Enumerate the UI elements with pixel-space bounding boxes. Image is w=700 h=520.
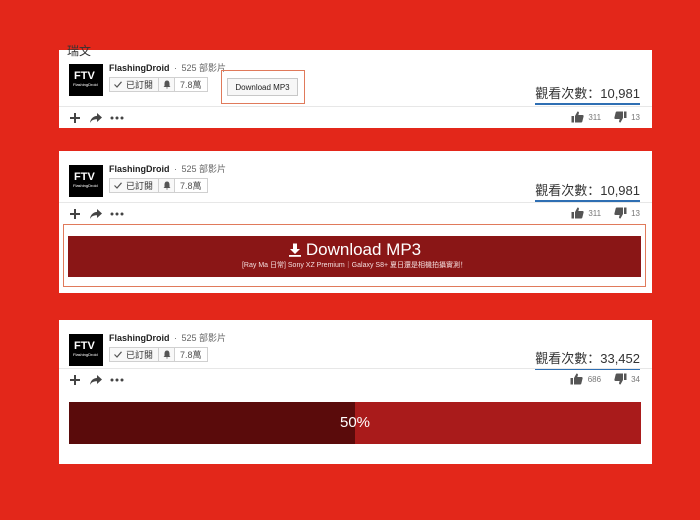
action-buttons [68, 373, 124, 387]
rating-buttons: 686 34 [570, 372, 640, 386]
share-arrow-icon[interactable] [89, 111, 103, 125]
channel-info: FlashingDroid · 525 部影片 [109, 61, 226, 74]
bell-icon [163, 80, 171, 89]
subscriber-count: 7.8萬 [175, 77, 208, 92]
video-info-panel-progress: FTV FlashingDroid FlashingDroid · 525 部影… [59, 320, 652, 464]
subscribed-button[interactable]: 已訂閱 [109, 347, 160, 362]
notification-bell-button[interactable] [159, 77, 176, 92]
channel-name[interactable]: FlashingDroid [109, 164, 170, 174]
checkmark-icon [114, 182, 122, 189]
action-buttons [68, 207, 124, 221]
divider [59, 368, 652, 369]
checkmark-icon [114, 81, 122, 88]
plus-icon[interactable] [68, 207, 82, 221]
share-arrow-icon[interactable] [89, 207, 103, 221]
plus-icon[interactable] [68, 111, 82, 125]
download-button-highlight: Download MP3 [221, 70, 305, 104]
channel-logo-sub: FlashingDroid [73, 183, 98, 188]
video-count: 525 部影片 [181, 164, 227, 174]
channel-separator: · [174, 164, 178, 174]
download-mp3-big-button[interactable]: Download MP3 [Ray Ma 日常] Sony XZ Premium… [68, 236, 641, 277]
subscribed-label: 已訂閱 [126, 350, 154, 360]
rating-buttons: 311 13 [570, 206, 640, 220]
subscribe-group: 已訂閱 7.8萬 [109, 347, 208, 362]
subscribed-button[interactable]: 已訂閱 [109, 178, 160, 193]
view-count: 觀看次數：10,981 [535, 180, 640, 202]
notification-bell-button[interactable] [159, 347, 176, 362]
share-arrow-icon[interactable] [89, 373, 103, 387]
video-info-panel-download: FTV FlashingDroid FlashingDroid · 525 部影… [59, 151, 652, 293]
channel-logo-text: FTV [74, 171, 95, 183]
bell-icon [163, 350, 171, 359]
subscribe-group: 已訂閱 7.8萬 [109, 178, 208, 193]
progress-label: 50% [339, 414, 371, 431]
channel-logo-sub: FlashingDroid [73, 82, 98, 87]
video-count: 525 部影片 [181, 333, 227, 343]
like-count: 311 [588, 112, 602, 122]
channel-avatar[interactable]: FTV FlashingDroid [69, 64, 103, 96]
thumbs-up-icon[interactable] [570, 372, 584, 386]
dislike-count: 34 [631, 374, 640, 384]
channel-name[interactable]: FlashingDroid [109, 333, 170, 343]
channel-info: FlashingDroid · 525 部影片 [109, 331, 226, 344]
subscribed-button[interactable]: 已訂閱 [109, 77, 160, 92]
like-count: 686 [587, 374, 602, 384]
rating-buttons: 311 13 [570, 110, 640, 124]
dislike-count: 13 [631, 208, 640, 218]
plus-icon[interactable] [68, 373, 82, 387]
divider [59, 202, 652, 203]
video-info-panel-initial: 瑞文 FTV FlashingDroid FlashingDroid · 525… [59, 44, 652, 128]
channel-logo-text: FTV [74, 340, 95, 352]
top-cut-text: 瑞文 [67, 44, 92, 58]
video-count: 525 部影片 [181, 63, 227, 73]
channel-logo-sub: FlashingDroid [73, 352, 98, 357]
download-main-label: Download MP3 [305, 240, 422, 259]
ellipsis-icon[interactable] [110, 207, 124, 221]
subscribe-group: 已訂閱 7.8萬 [109, 77, 208, 92]
download-arrow-icon [288, 243, 301, 257]
channel-avatar[interactable]: FTV FlashingDroid [69, 165, 103, 197]
view-count: 觀看次數：10,981 [535, 83, 640, 105]
thumbs-down-icon[interactable] [613, 206, 627, 220]
download-video-title: [Ray Ma 日常] Sony XZ Premium｜Galaxy S8+ 夏… [241, 262, 467, 269]
dislike-count: 13 [631, 112, 640, 122]
thumbs-up-icon[interactable] [570, 206, 584, 220]
action-buttons [68, 111, 124, 125]
channel-logo-text: FTV [74, 70, 95, 82]
ellipsis-icon[interactable] [110, 373, 124, 387]
thumbs-down-icon[interactable] [613, 372, 627, 386]
channel-separator: · [174, 63, 178, 73]
like-count: 311 [588, 208, 602, 218]
view-count: 觀看次數：33,452 [535, 348, 640, 370]
subscribed-label: 已訂閱 [126, 181, 154, 191]
download-progress-bar: 50% [69, 402, 641, 444]
channel-name[interactable]: FlashingDroid [109, 63, 170, 73]
download-main-line: Download MP3 [68, 241, 641, 259]
subscriber-count: 7.8萬 [175, 347, 208, 362]
checkmark-icon [114, 351, 122, 358]
thumbs-up-icon[interactable] [570, 110, 584, 124]
subscribed-label: 已訂閱 [126, 80, 154, 90]
bell-icon [163, 181, 171, 190]
download-mp3-button[interactable]: Download MP3 [227, 78, 298, 96]
ellipsis-icon[interactable] [110, 111, 124, 125]
subscriber-count: 7.8萬 [175, 178, 208, 193]
download-button-highlight: Download MP3 [Ray Ma 日常] Sony XZ Premium… [63, 224, 646, 287]
divider [59, 106, 652, 107]
notification-bell-button[interactable] [159, 178, 176, 193]
channel-info: FlashingDroid · 525 部影片 [109, 162, 226, 175]
channel-avatar[interactable]: FTV FlashingDroid [69, 334, 103, 366]
channel-separator: · [174, 333, 178, 343]
thumbs-down-icon[interactable] [613, 110, 627, 124]
